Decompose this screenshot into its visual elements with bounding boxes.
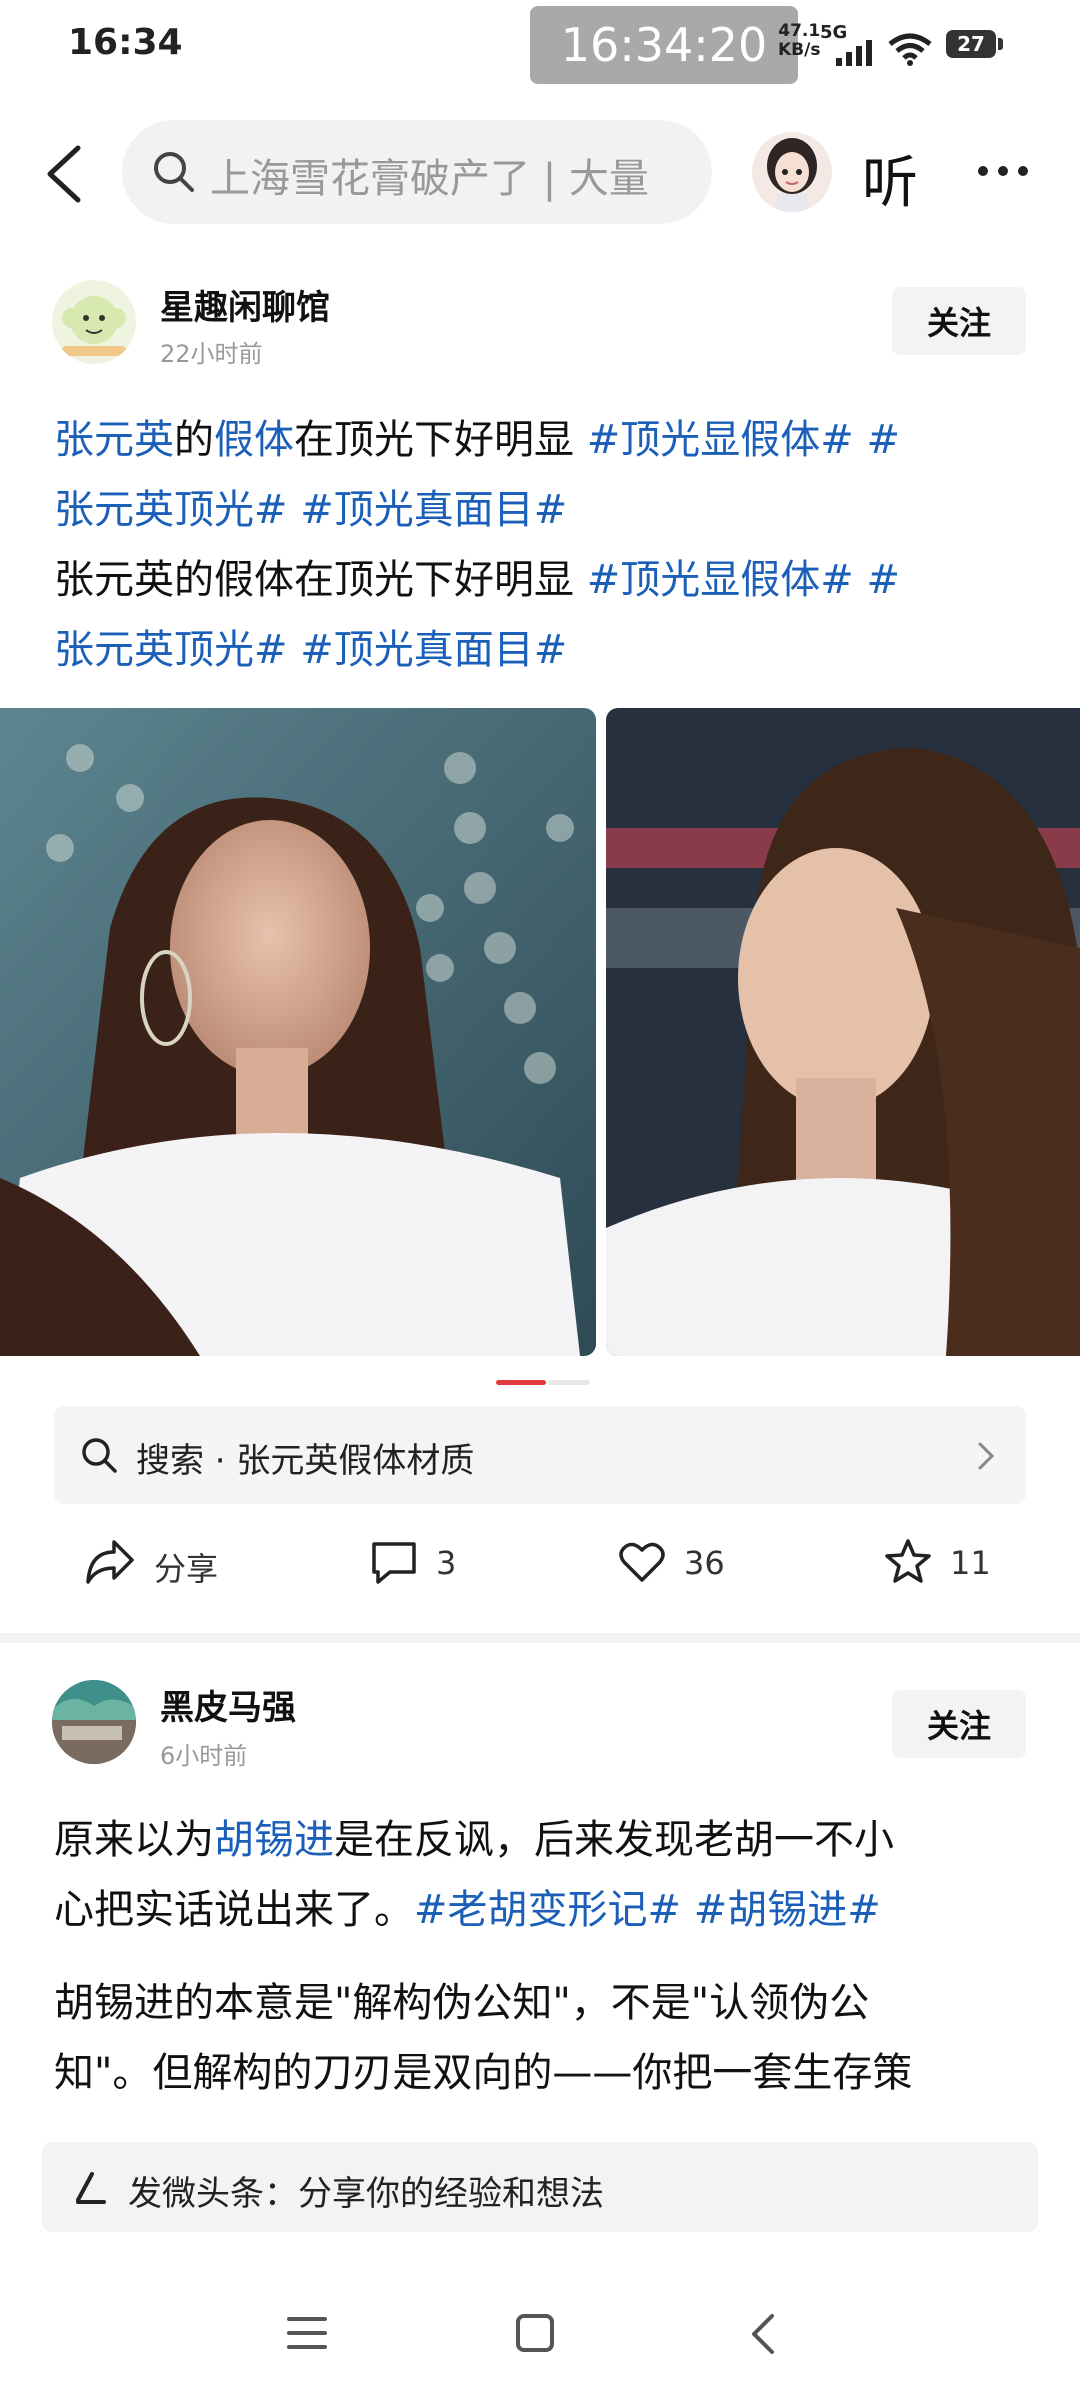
hashtag-link[interactable]: 胡锡进 [214,1817,334,1863]
listen-button[interactable]: 听 [862,138,918,219]
star-icon [885,1539,931,1583]
post-divider [0,1633,1080,1643]
photo-woman-1 [0,708,596,1356]
author-avatar[interactable] [52,280,136,364]
status-time: 16:34 [68,22,183,63]
carousel-indicator [548,1380,590,1385]
post-line: 胡锡进的本意是"解构伪公知"，不是"认领伪公 [54,1980,870,2026]
hashtag-link[interactable]: #顶光显假体# # [587,557,900,603]
comment-icon [372,1542,416,1584]
hashtag-link[interactable]: 张元英顶光# #顶光真面目# [54,615,1034,685]
monkey-avatar-icon [62,296,126,356]
author-avatar[interactable] [52,1680,136,1764]
avatar-face-icon [767,138,817,212]
related-search-text[interactable]: 搜索 · 张元英假体材质 [136,1433,474,1482]
network-speed: 47.1 KB/s [778,22,820,60]
favorite-count: 11 [950,1544,991,1582]
post-text-segment: 是在反讽，后来发现老胡一不小 [334,1817,894,1863]
home-icon[interactable] [514,2312,556,2354]
post-text-segment: 在顶光下好明显 [294,417,587,463]
compose-placeholder[interactable]: 发微头条：分享你的经验和想法 [128,2166,604,2215]
carousel-indicator-active [496,1380,546,1385]
battery-tip [998,38,1003,50]
pen-icon [76,2172,106,2204]
hashtag-link[interactable]: 张元英 [54,417,174,463]
more-icon[interactable] [976,164,1030,178]
post-image-2[interactable] [606,708,1080,1356]
post-text-segment: 张元英的假体在顶光下好明显 [54,557,587,603]
post-text-segment: 心把实话说出来了。 [54,1887,414,1933]
post-line: 知"。但解构的刀刃是双向的——你把一套生存策 [54,2050,913,2096]
share-label: 分享 [154,1550,219,1588]
post-line: 心把实话说出来了。#老胡变形记# #胡锡进# [54,1875,1034,1945]
share-icon [86,1540,134,1584]
follow-button[interactable]: 关注 [892,1690,1026,1758]
like-button[interactable]: 36 [618,1534,748,1594]
search-input-placeholder[interactable]: 上海雪花膏破产了 | 大量 [210,146,670,204]
battery-indicator: 27 [946,30,996,58]
hashtag-link[interactable]: 假体 [214,417,294,463]
follow-button[interactable]: 关注 [892,287,1026,355]
network-speed-unit: KB/s [778,40,821,60]
post-line: 原来以为胡锡进是在反讽，后来发现老胡一不小 [54,1805,1034,1875]
author-name[interactable]: 黑皮马强 [160,1680,296,1729]
menu-icon[interactable] [286,2314,328,2352]
post-time: 22小时前 [160,340,263,368]
landscape-avatar-icon [52,1680,136,1764]
like-count: 36 [684,1544,725,1582]
author-name[interactable]: 星趣闲聊馆 [160,280,330,329]
photo-woman-2 [606,708,1080,1356]
network-speed-value: 47.1 [778,21,821,41]
favorite-button[interactable]: 11 [884,1534,1004,1594]
assistant-avatar[interactable] [752,132,832,212]
wifi-icon [888,33,932,66]
post-line: 张元英的假体在顶光下好明显 #顶光显假体# # [54,545,1034,615]
post-body-2[interactable]: 胡锡进的本意是"解构伪公知"，不是"认领伪公 知"。但解构的刀刃是双向的——你把… [54,1968,1034,2128]
comment-count: 3 [436,1544,457,1582]
chevron-right-icon [978,1442,995,1470]
system-back-icon[interactable] [746,2312,780,2356]
signal-icon [836,40,872,66]
share-button[interactable]: 分享 [84,1534,244,1594]
back-icon[interactable] [40,142,88,206]
comment-button[interactable]: 3 [370,1534,490,1594]
hashtag-link[interactable]: #顶光显假体# # [587,417,900,463]
post-image-1[interactable] [0,708,596,1356]
search-icon [82,1438,117,1473]
post-time: 6小时前 [160,1742,248,1770]
heart-icon [619,1542,665,1582]
post-line: 张元英的假体在顶光下好明显 #顶光显假体# # [54,405,1034,475]
hashtag-link[interactable]: #老胡变形记# #胡锡进# [414,1887,881,1933]
hashtag-link[interactable]: 张元英顶光# #顶光真面目# [54,475,1034,545]
post-text-segment: 的 [174,417,214,463]
clock-overlay: 16:34:20 [530,6,798,84]
post-body[interactable]: 原来以为胡锡进是在反讽，后来发现老胡一不小 心把实话说出来了。#老胡变形记# #… [54,1805,1034,1945]
search-icon [154,152,194,192]
post-text-segment: 原来以为 [54,1817,214,1863]
post-body[interactable]: 张元英的假体在顶光下好明显 #顶光显假体# # 张元英顶光# #顶光真面目# 张… [54,405,1034,685]
